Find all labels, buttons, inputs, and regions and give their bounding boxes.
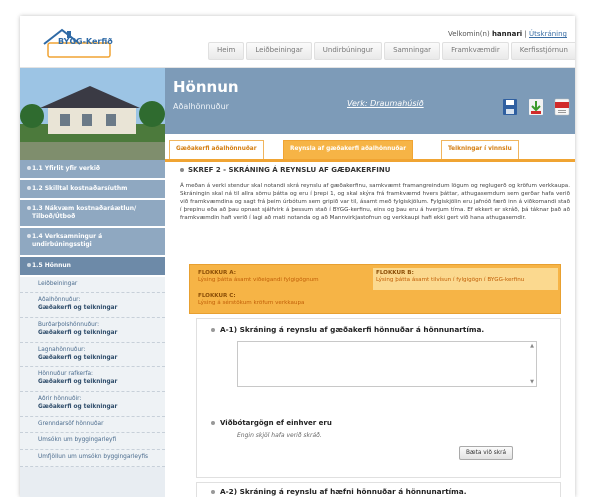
logout-link[interactable]: Útskráning [529,30,567,38]
tab-quality-system[interactable]: Gæðakerfi aðalhönnuðar [169,140,264,159]
a2-heading: A-2) Skráning á reynslu af hæfni hönnuða… [211,487,466,496]
category-a[interactable]: FLOKKUR A: Lýsing þátta ásamt viðeigandi… [198,270,368,285]
category-b[interactable]: FLOKKUR B: Lýsing þátta ásamt tilvísun í… [373,268,558,290]
nav-construction[interactable]: Framkvæmdir [442,42,509,60]
bullet-icon [27,186,31,191]
nav-contracts[interactable]: Samningar [384,42,441,60]
bullet-icon [211,328,215,332]
sidebar: 1.1 Yfirlit yfir verkið 1.2 Skilltal kos… [20,160,165,497]
sidebar-subitem-plumbing[interactable]: Lagnahönnuður: Gæðakerfi og teikningar [20,342,165,368]
save-disk-icon[interactable] [502,98,518,116]
step-title: SKREF 2 - SKRÁNING Á REYNSLU AF GÆÐAKERF… [180,166,570,174]
logo-text: BYGG-Kerfið [58,37,113,46]
nav-admin[interactable]: Kerfisstjórnun [510,42,575,60]
sidebar-item-estimate[interactable]: 1.3 Nákvæm kostnaðaráætlun/ Tilboð/Útboð [20,200,165,229]
sidebar-item-contract[interactable]: 1.4 Verksamningur á undirbúningsstigi [20,228,165,257]
tab-bar: Gæðakerfi aðalhönnuðar Reynsla af gæðake… [165,134,575,162]
sidebar-subitem-permit-review[interactable]: Umfjöllun um umsókn byggingarleyfis [20,450,165,468]
sidebar-subitem-structural[interactable]: Burðarþolshönnuður: Gæðakerfi og teikning… [20,318,165,343]
nav-guidance[interactable]: Leiðbeiningar [246,42,312,60]
nav-home[interactable]: Heim [208,42,245,60]
sidebar-item-design[interactable]: 1.5 Hönnun [20,256,165,277]
tab-quality-experience[interactable]: Reynsla af gæðakerfi aðalhönnuðar [283,140,414,159]
download-icon[interactable] [528,98,544,116]
username: hannari [491,30,523,38]
bullet-icon [211,490,215,494]
scroll-down-icon[interactable]: ▼ [529,379,535,385]
tab-drawings[interactable]: Teikningar í vinnslu [441,140,519,159]
a1-panel: A-1) Skráning á reynslu af gæðakerfi hön… [196,318,561,478]
top-navigation: Heim Leiðbeiningar Undirbúningur Samning… [208,42,575,60]
add-file-button[interactable]: Bæta við skrá [459,446,513,460]
page-subtitle: Aðalhönnuður [173,102,229,111]
category-c[interactable]: FLOKKUR C: Lýsing á sérstökum kröfum ver… [198,293,368,308]
bullet-icon [27,234,31,239]
bullet-icon [27,262,31,267]
browser-frame: BYGG-Kerfið Velkomin(n) hannari | Útskrá… [20,16,575,497]
sidebar-item-overview[interactable]: 1.1 Yfirlit yfir verkið [20,160,165,181]
experience-textarea[interactable]: ▲ ▼ [237,341,537,387]
attachments-heading: Viðbótargögn ef einhver eru [211,419,332,427]
page-title-bar: Hönnun Aðalhönnuður Verk: Draumahúsið [165,68,575,134]
sidebar-subitem-other[interactable]: Aðrir hönnuðir: Gæðakerfi og teikningar [20,391,165,417]
sidebar-subitem-electrical[interactable]: Hönnuður rafkerfa: Gæðakerfi og teikninga… [20,367,165,392]
a1-heading: A-1) Skráning á reynslu af gæðakerfi hön… [211,325,484,334]
bullet-icon [211,421,215,425]
sidebar-subitem-guidance[interactable]: Leiðbeiningar [20,276,165,294]
header: BYGG-Kerfið Velkomin(n) hannari | Útskrá… [20,16,575,68]
bullet-icon [27,166,31,170]
bullet-icon [27,206,31,211]
a2-panel: A-2) Skráning á reynslu af hæfni hönnuða… [196,482,561,497]
step-description: Á meðan á verki stendur skal notandi skr… [180,183,570,222]
sidebar-subitem-permit[interactable]: Umsókn um byggingarleyfi [20,433,165,451]
main-content: SKREF 2 - SKRÁNING Á REYNSLU AF GÆÐAKERF… [180,166,570,223]
nav-preparation[interactable]: Undirbúningur [313,42,383,60]
sidebar-subitem-main-designer[interactable]: Aðalhönnuður: Gæðakerfi og teikningar [20,293,165,319]
house-photo [20,68,165,160]
no-files-text: Engin skjöl hafa verið skráð. [237,432,322,439]
project-link[interactable]: Verk: Draumahúsið [347,99,424,108]
pdf-export-icon[interactable] [554,98,570,116]
sidebar-subitem-neighbours[interactable]: Grenndarsöf hönnuðar [20,416,165,434]
page-title: Hönnun [173,78,239,96]
scroll-up-icon[interactable]: ▲ [529,343,535,349]
sidebar-item-cost[interactable]: 1.2 Skilltal kostnaðarsíuthm [20,180,165,201]
welcome-text: Velkomin(n) hannari | Útskráning [448,30,567,38]
category-box: FLOKKUR A: Lýsing þátta ásamt viðeigandi… [189,264,561,314]
